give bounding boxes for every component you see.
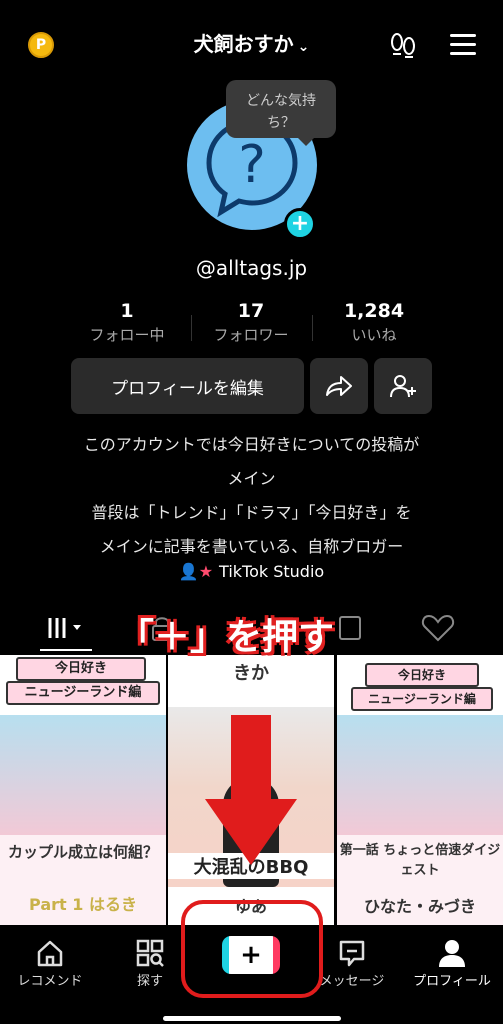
studio-icon: 👤★ [178,562,214,581]
mood-bubble[interactable]: どんな気持ち？ [226,80,336,146]
stat-label: フォロー中 [89,326,165,344]
thumbnail-caption: 第一話 ちょっと倍速ダイジェスト [339,843,501,878]
home-icon [37,940,63,967]
user-handle: @alltags.jp [195,256,308,280]
thumbnail-photo [0,715,166,835]
liked-heart-icon[interactable] [418,613,458,643]
bio-line: このアカウントでは今日好きについての投稿が [83,435,420,454]
thumbnail-title: 今日好き [365,663,479,687]
home-indicator [163,1016,341,1021]
instruction-annotation: 「＋」を押す [118,617,335,658]
video-thumbnail[interactable]: 今日好き ニュージーランド編 第一話 ちょっと倍速ダイジェスト ひなた・みづき [337,655,503,925]
stat-value: 17 [237,300,265,322]
thumbnail-caption-sub: Part 1 はるき [29,895,137,914]
edit-profile-button[interactable]: プロフィールを編集 [71,358,304,414]
menu-icon[interactable] [450,34,476,56]
thumbnail-header: 今日好き ニュージーランド編 [337,655,503,715]
videos-grid-tab-icon[interactable] [46,613,86,643]
thumbnail-footer: カップル成立は何組？ Part 1 はるき [0,835,166,925]
chevron-down-icon: ⌄ [297,39,310,55]
thumbnail-subtitle: ニュージーランド編 [6,681,160,705]
nav-profile[interactable]: プロフィール [402,936,502,989]
bookmark-icon[interactable] [330,613,370,643]
thumbnail-subtitle: ニュージーランド編 [351,687,493,711]
nav-label: レコメンド [17,974,83,989]
thumbnail-title: きか [233,663,269,684]
active-tab-indicator [40,649,92,651]
thumbnail-photo [337,715,503,835]
add-user-icon [390,375,416,398]
bio-line: メイン [227,469,276,488]
stat-label: フォロワー [213,326,289,344]
stat-value: 1 [120,300,134,322]
add-avatar-button[interactable]: + [284,208,316,240]
svg-text:?: ? [238,135,266,195]
thumbnail-header: 今日好き ニュージーランド編 [0,655,166,715]
search-grid-icon [136,939,164,967]
thumbnail-title: 今日好き [16,657,146,681]
divider [312,315,313,341]
stat-likes[interactable]: 1,284 いいね [314,300,434,345]
footprint-icon[interactable] [388,32,418,60]
add-friend-button[interactable] [374,358,432,414]
thumbnail-caption: カップル成立は何組？ [7,843,158,861]
nav-label: プロフィール [413,974,491,989]
message-icon [339,940,365,967]
profile-name: 犬飼おすか [193,32,294,56]
stat-followers[interactable]: 17 フォロワー [191,300,311,345]
stat-value: 1,284 [343,300,405,322]
stat-label: いいね [351,326,397,344]
profile-icon [439,940,465,967]
video-thumbnail[interactable]: 今日好き ニュージーランド編 カップル成立は何組？ Part 1 はるき [0,655,166,925]
create-highlight-annotation [181,900,323,998]
bio-line: 普段は「トレンド」「ドラマ」「今日好き」を [91,503,412,522]
studio-label: TikTok Studio [219,562,325,581]
profile-bio: このアカウントでは今日好きについての投稿が メイン 普段は「トレンド」「ドラマ」… [0,428,503,564]
bio-line: メインに記事を書いている、自称ブロガー [99,537,404,556]
down-arrow-annotation [205,715,297,865]
share-icon [326,376,352,396]
profile-name-dropdown[interactable]: 犬飼おすか ⌄ [0,28,503,57]
nav-recommend[interactable]: レコメンド [0,936,100,989]
share-profile-button[interactable] [310,358,368,414]
stat-following[interactable]: 1 フォロー中 [67,300,187,345]
thumbnail-footer: 第一話 ちょっと倍速ダイジェスト ひなた・みづき [337,835,503,925]
thumbnail-caption-sub: ひなた・みづき [363,897,476,916]
tiktok-studio-link[interactable]: 👤★ TikTok Studio [0,562,503,581]
